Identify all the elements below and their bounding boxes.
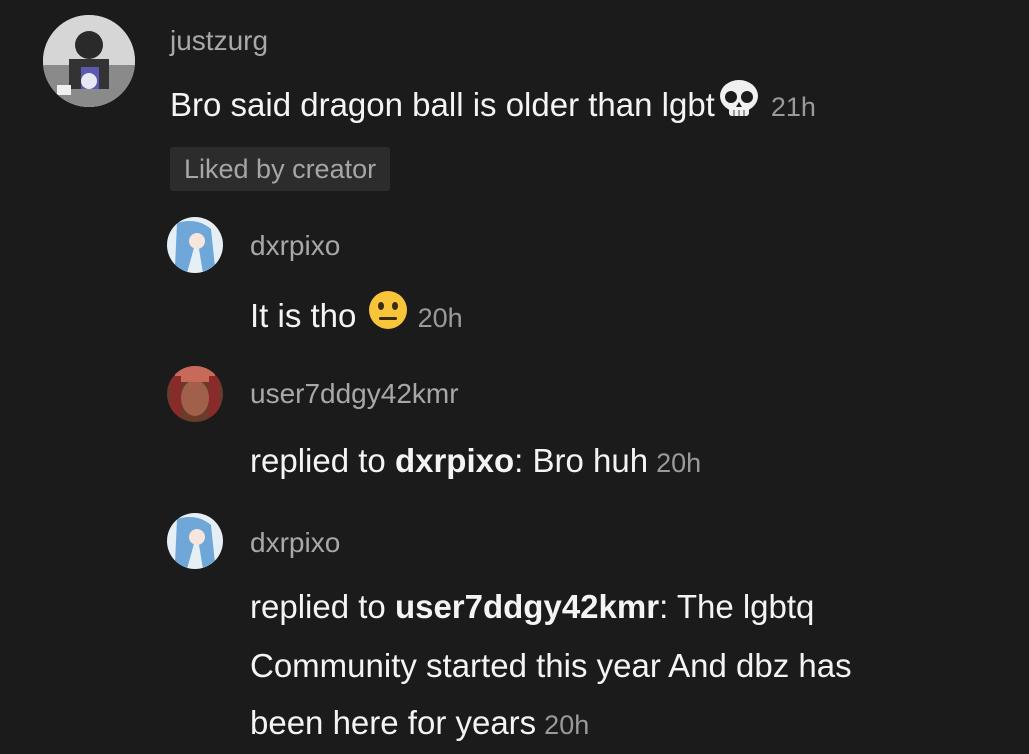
reply-separator: :	[514, 442, 524, 479]
reply-username[interactable]: dxrpixo	[250, 527, 340, 559]
neutral-face-emoji-icon	[368, 290, 408, 347]
avatar-image-icon	[167, 366, 223, 422]
reply-body: It is tho	[250, 297, 357, 334]
reply-body: Bro huh	[523, 442, 649, 479]
skull-emoji-icon	[717, 78, 761, 137]
avatar[interactable]	[167, 217, 223, 273]
reply-prefix: replied to	[250, 588, 386, 625]
reply-prefix: replied to	[250, 442, 386, 479]
reply-username[interactable]: user7ddgy42kmr	[250, 378, 459, 410]
reply-text-line-1: replied to user7ddgy42kmr: The lgbtq	[250, 578, 814, 635]
avatar[interactable]	[43, 15, 135, 107]
reply-text-line-2: Community started this year And dbz has	[250, 647, 852, 684]
reply-target-link[interactable]: dxrpixo	[395, 442, 514, 479]
reply-time: 20h	[656, 448, 702, 478]
reply-body-line-1: The lgbtq	[668, 588, 815, 625]
avatar-image-icon	[43, 15, 135, 107]
reply-target-link[interactable]: user7ddgy42kmr	[395, 588, 659, 625]
comment-text: Bro said dragon ball is older than lgbt …	[170, 76, 816, 137]
reply-text-line-3: been here for years 20h	[250, 694, 589, 754]
reply-text: replied to dxrpixo: Bro huh 20h	[250, 432, 701, 492]
reply-body-line-3: been here for years	[250, 704, 537, 741]
comment-time: 21h	[770, 92, 816, 122]
liked-by-creator-badge: Liked by creator	[170, 147, 391, 191]
avatar[interactable]	[167, 366, 223, 422]
reply-time: 20h	[544, 710, 590, 740]
avatar-image-icon	[167, 217, 223, 273]
comment-body: Bro said dragon ball is older than lgbt	[170, 86, 715, 123]
reply-separator: :	[659, 588, 669, 625]
comment-username[interactable]: justzurg	[170, 25, 268, 57]
avatar[interactable]	[167, 513, 223, 569]
reply-username[interactable]: dxrpixo	[250, 230, 340, 262]
reply-text: It is tho 20h	[250, 287, 463, 347]
avatar-image-icon	[167, 513, 223, 569]
reply-time: 20h	[417, 303, 463, 333]
